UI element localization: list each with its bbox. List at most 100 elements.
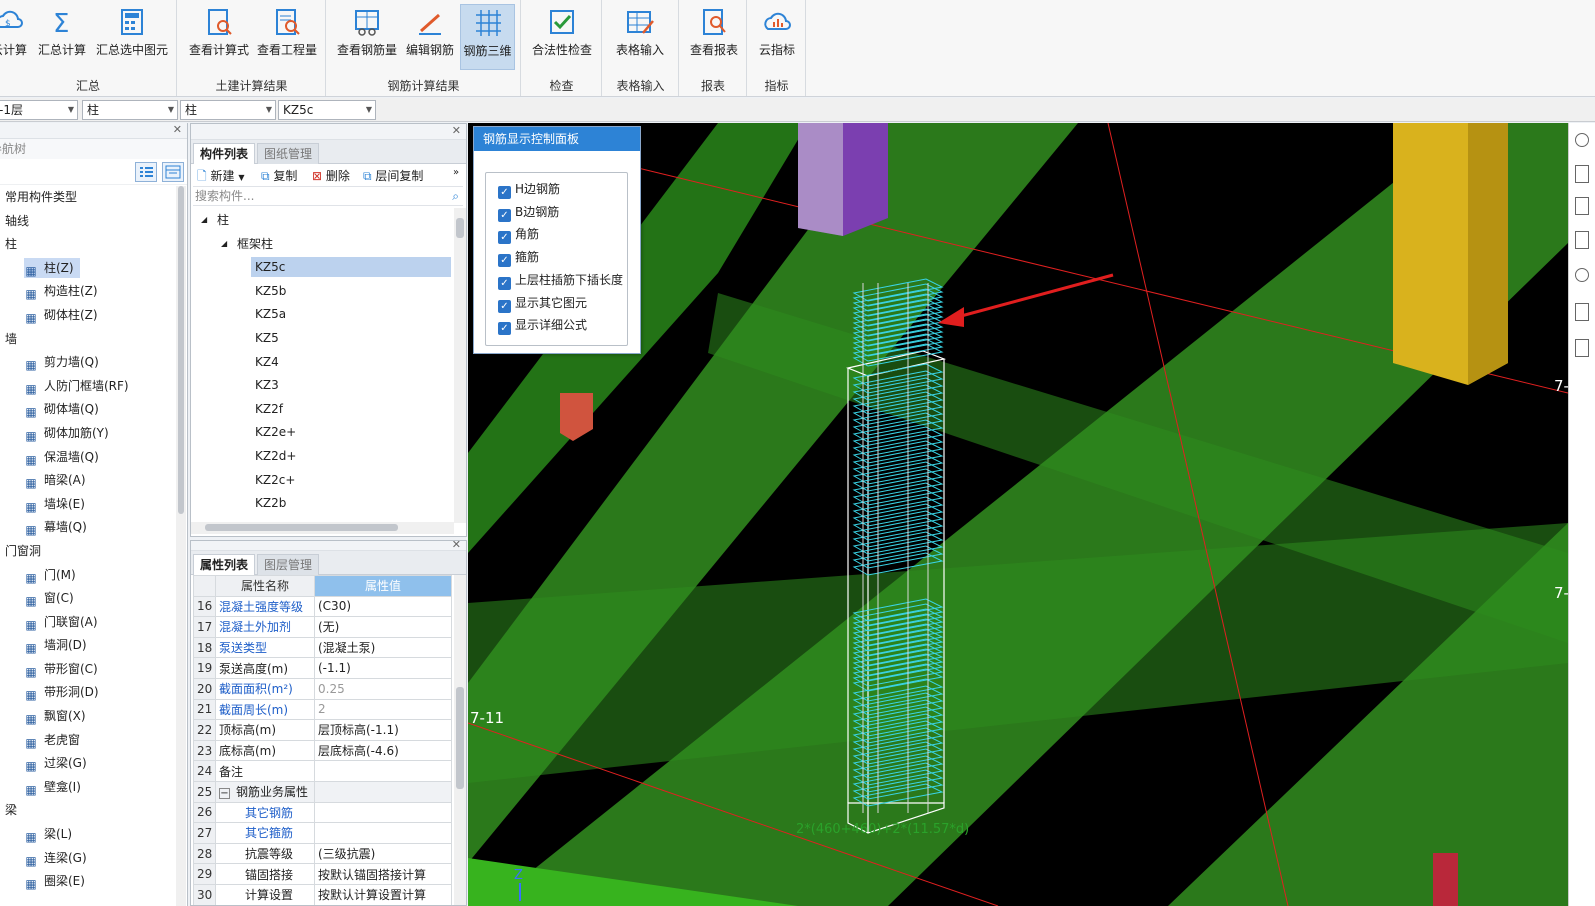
tree-item-component[interactable]: KZ5c [191, 255, 453, 279]
detail-view-icon[interactable] [162, 162, 184, 182]
nav-category[interactable]: 常用构件类型 [0, 186, 176, 210]
checkbox-icon[interactable]: ✓ [498, 208, 511, 222]
nav-item[interactable]: ▦ 墙垛(E) [0, 493, 176, 517]
nav-item[interactable]: ▦ 暗梁(A) [0, 469, 176, 493]
view-zoom-icon[interactable] [1575, 339, 1589, 357]
nav-item[interactable]: ▦ 砌体柱(Z) [0, 304, 176, 328]
checkbox-icon[interactable]: ✓ [498, 231, 511, 245]
nav-item[interactable]: ▦ 剪力墙(Q) [0, 351, 176, 375]
nav-category[interactable]: 门窗洞 [0, 540, 176, 564]
scroll-thumb[interactable] [178, 186, 184, 514]
tree-item-component[interactable]: KZ5 [191, 326, 453, 350]
view-rebar-quantity-button[interactable]: 查看钢筋量 [335, 4, 399, 70]
view-front-icon[interactable] [1575, 197, 1589, 215]
delete-button[interactable]: ⊠ 删除 [312, 167, 350, 184]
rebar-option-checkbox[interactable]: ✓ 角筋 [498, 224, 539, 245]
property-value[interactable] [314, 780, 452, 803]
nav-item[interactable]: ▦ 带形窗(C) [0, 658, 176, 682]
checkbox-icon[interactable]: ✓ [498, 299, 511, 313]
rebar-option-checkbox[interactable]: ✓ 上层柱插筋下插长度 [498, 270, 623, 290]
property-value[interactable]: 0.25 [314, 677, 452, 700]
search-icon[interactable]: ⌕ [452, 187, 459, 206]
property-row[interactable]: 26 其它钢筋 [193, 801, 452, 824]
view-quantity-button[interactable]: 查看工程量 [254, 4, 320, 70]
view-orbit-icon[interactable] [1575, 133, 1589, 147]
tree-item-component[interactable]: KZ2f [191, 397, 453, 421]
tree-item-component[interactable]: KZ4 [191, 350, 453, 374]
view-fit-icon[interactable] [1575, 303, 1589, 321]
component-select[interactable]: KZ5c ▼ [278, 100, 376, 120]
scroll-thumb[interactable] [205, 524, 398, 531]
checkbox-icon[interactable]: ✓ [498, 322, 511, 336]
tab-layer-management[interactable]: 图层管理 [257, 554, 320, 575]
nav-item[interactable]: ▦ 柱(Z) [0, 257, 176, 281]
nav-item[interactable]: ▦ 门(M) [0, 564, 176, 588]
property-value[interactable]: 层顶标高(-1.1) [314, 719, 452, 741]
view-report-button[interactable]: 查看报表 [685, 4, 743, 70]
nav-category[interactable]: 梁 [0, 799, 176, 823]
rebar-3d-button[interactable]: 钢筋三维 [460, 4, 515, 70]
tree-item-component[interactable]: KZ5a [191, 302, 453, 326]
tree-item-component[interactable]: KZ2b [191, 491, 453, 515]
tree-item-component[interactable]: KZ3 [191, 373, 453, 397]
expand-icon[interactable]: ◢ [221, 232, 227, 256]
property-value[interactable] [314, 760, 452, 782]
property-value[interactable]: (无) [314, 616, 452, 638]
property-value[interactable]: (三级抗震) [314, 842, 452, 865]
property-value[interactable] [314, 801, 452, 824]
property-row[interactable]: 23 底标高(m) 层底标高(-4.6) [193, 739, 452, 762]
property-value[interactable]: 按默认计算设置计算 [314, 883, 452, 905]
floor-copy-button[interactable]: ⧉ 层间复制 [363, 167, 423, 184]
rebar-option-checkbox[interactable]: ✓ 显示详细公式 [498, 315, 587, 336]
nav-category[interactable]: 柱 [0, 233, 176, 257]
tree-node-column[interactable]: ◢ 柱 [191, 208, 453, 232]
nav-item[interactable]: ▦ 砌体墙(Q) [0, 398, 176, 422]
table-input-button[interactable]: 表格输入 [609, 4, 671, 70]
property-scrollbar[interactable] [454, 575, 466, 905]
tree-item-component[interactable]: KZ2e+ [191, 420, 453, 444]
nav-item[interactable]: ▦ 人防门框墙(RF) [0, 375, 176, 399]
nav-item[interactable]: ▦ 砌体加筋(Y) [0, 422, 176, 446]
close-icon[interactable]: ✕ [173, 123, 182, 137]
view-rotate-icon[interactable] [1575, 268, 1589, 282]
nav-category[interactable]: 墙 [0, 328, 176, 352]
property-value[interactable]: (C30) [314, 595, 452, 618]
property-row[interactable]: 25− 钢筋业务属性 [193, 780, 452, 803]
tree-item-component[interactable]: KZ5b [191, 279, 453, 303]
tree-item-component[interactable]: KZ2c+ [191, 468, 453, 492]
nav-item[interactable]: ▦ 墙洞(D) [0, 634, 176, 658]
checkbox-icon[interactable]: ✓ [498, 186, 511, 199]
tree-vertical-scrollbar[interactable] [454, 208, 466, 523]
checkbox-icon[interactable]: ✓ [498, 276, 511, 290]
tab-component-list[interactable]: 构件列表 [193, 143, 256, 164]
nav-item[interactable]: ▦ 幕墙(Q) [0, 516, 176, 540]
rebar-option-checkbox[interactable]: ✓ 箍筋 [498, 247, 539, 268]
property-row[interactable]: 27 其它箍筋 [193, 822, 452, 844]
view-box-icon[interactable] [1575, 165, 1589, 183]
more-icon[interactable]: » [453, 167, 459, 178]
tab-drawing-management[interactable]: 图纸管理 [257, 143, 320, 164]
property-value[interactable]: 2 [314, 698, 452, 721]
scroll-thumb[interactable] [456, 218, 464, 238]
nav-item[interactable]: ▦ 过梁(G) [0, 752, 176, 776]
checkbox-icon[interactable]: ✓ [498, 254, 511, 268]
edit-rebar-button[interactable]: 编辑钢筋 [403, 4, 457, 70]
list-view-icon[interactable] [135, 162, 157, 182]
nav-item[interactable]: ▦ 门联窗(A) [0, 611, 176, 635]
property-row[interactable]: 16 混凝土强度等级 (C30) [193, 595, 452, 618]
tree-item-component[interactable]: KZ2d+ [191, 444, 453, 468]
type-select[interactable]: 柱 ▼ [180, 100, 276, 120]
property-row[interactable]: 17 混凝土外加剂 (无) [193, 616, 452, 638]
collapse-icon[interactable]: − [219, 788, 230, 800]
cloud-calc-button[interactable]: $ 云计算 [0, 4, 30, 70]
property-row[interactable]: 18 泵送类型 (混凝土泵) [193, 636, 452, 659]
property-row[interactable]: 19 泵送高度(m) (-1.1) [193, 657, 452, 679]
nav-item[interactable]: ▦ 保温墙(Q) [0, 446, 176, 470]
nav-item[interactable]: ▦ 梁(L) [0, 823, 176, 847]
nav-item[interactable]: ▦ 带形洞(D) [0, 681, 176, 705]
category-select[interactable]: 柱 ▼ [82, 100, 178, 120]
property-row[interactable]: 29 锚固搭接 按默认锚固搭接计算 [193, 863, 452, 885]
rebar-option-checkbox[interactable]: ✓ 显示其它图元 [498, 293, 587, 313]
nav-item[interactable]: ▦ 圈梁(E) [0, 870, 176, 894]
property-row[interactable]: 22 顶标高(m) 层顶标高(-1.1) [193, 719, 452, 741]
